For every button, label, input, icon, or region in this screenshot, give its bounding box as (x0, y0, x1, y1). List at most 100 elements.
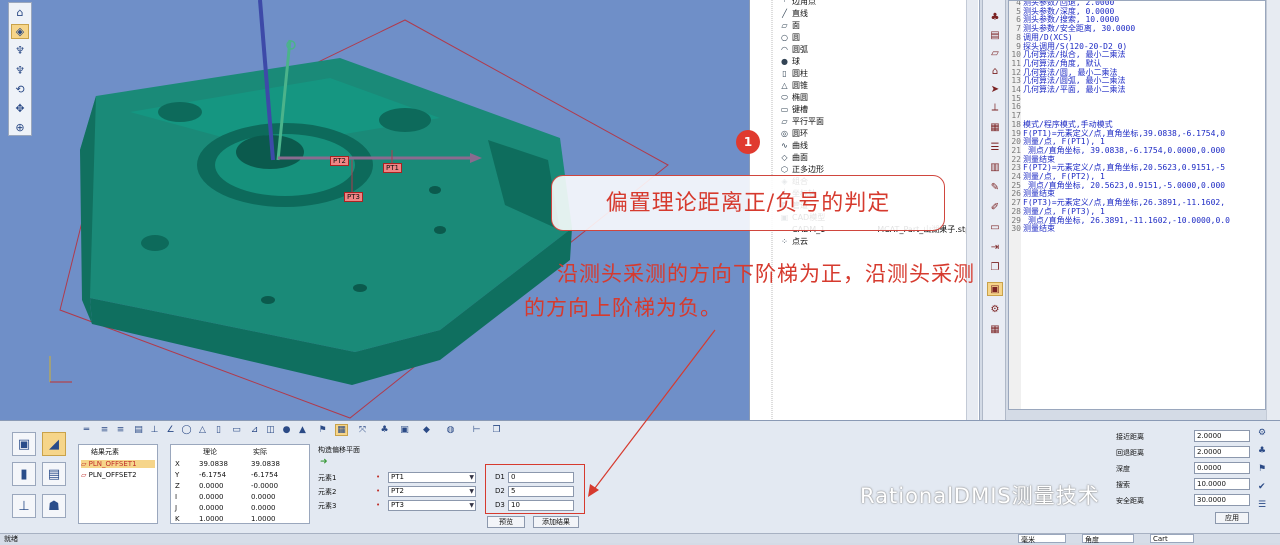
tree-item[interactable]: ⬭ 椭圆 (780, 92, 808, 103)
check-small-icon[interactable]: ✔ (1258, 482, 1274, 492)
code-line[interactable]: 18 模式/程序模式,手动模式 (1011, 120, 1112, 129)
view-pan-icon[interactable]: ✥ (11, 101, 29, 116)
monitor-icon[interactable]: ▭ (987, 220, 1003, 234)
element-select[interactable]: PT3 ▼ (388, 500, 476, 511)
construct-slot-icon[interactable]: ▭ (230, 424, 243, 436)
code-line[interactable]: 15 (1011, 94, 1023, 103)
pt3-label[interactable]: PT3 (344, 192, 363, 202)
probe-small-icon[interactable]: ♣ (1258, 446, 1274, 456)
view-probe2-icon[interactable]: ♆ (11, 62, 29, 77)
pt2-label[interactable]: PT2 (330, 156, 349, 166)
active-mode-icon[interactable]: ▣ (987, 282, 1003, 296)
code-line[interactable]: 20 测量/点, F(PT1), 1 (1011, 137, 1104, 146)
go-icon[interactable]: ➜ (320, 457, 328, 467)
tree-item[interactable]: ◎ 圆环 (780, 128, 808, 139)
list-small-icon[interactable]: ☰ (1258, 500, 1274, 510)
copy-icon[interactable]: ❐ (987, 260, 1003, 274)
tree-item[interactable]: ⬡ 正多边形 (780, 164, 824, 175)
run-icon[interactable]: ➤ (987, 82, 1003, 96)
construct-tag-icon[interactable]: ◆ (420, 424, 433, 436)
view-probe-icon[interactable]: ♆ (11, 43, 29, 58)
code-line[interactable]: 28 测量/点, F(PT3), 1 (1011, 207, 1104, 216)
result-item[interactable]: ▱ PLN_OFFSET2 (81, 471, 137, 479)
code-line[interactable]: 19 F(PT1)=元素定义/点,直角坐标,39.0838,-6.1754,0 (1011, 129, 1225, 138)
element-select[interactable]: PT2 ▼ (388, 486, 476, 497)
code-line[interactable]: 7 测头参数/安全距离, 30.0000 (1011, 24, 1135, 33)
home-icon[interactable]: ⌂ (987, 64, 1003, 78)
measure-icon[interactable]: ▱ (987, 46, 1003, 60)
construct-copy-icon[interactable]: ❐ (490, 424, 503, 436)
gear-icon[interactable]: ⚙ (1258, 428, 1274, 438)
probe-icon[interactable]: ♣ (987, 10, 1003, 24)
add-result-button[interactable]: 添加结果 (533, 516, 579, 528)
measure-mode-icon[interactable]: ▣ (12, 432, 36, 456)
code-scrollbar[interactable] (1266, 0, 1280, 420)
layout-icon[interactable]: ▦ (987, 322, 1003, 336)
construct-point-icon[interactable]: ═ (80, 424, 93, 436)
view-zoom-icon[interactable]: ⊕ (11, 120, 29, 135)
tree-item[interactable]: ▭ 键槽 (780, 104, 808, 115)
construct-line-icon[interactable]: ≡ (98, 424, 111, 436)
basket-icon[interactable]: ▤ (42, 462, 66, 486)
dmis-program-editor[interactable]: 4 测头参数/回退, 2.0000 5 测头参数/深度, 0.0000 6 测头参数/搜索… (1008, 0, 1266, 410)
construct-wedge-icon[interactable]: ⊿ (248, 424, 261, 436)
code-line[interactable]: 11 几何算法/角度, 默认 (1011, 59, 1101, 68)
pt1-label[interactable]: PT1 (383, 163, 402, 173)
construct-project-icon[interactable]: ⤧ (356, 424, 369, 436)
note-icon[interactable]: ▤ (987, 28, 1003, 42)
code-line[interactable]: 10 几何算法/拟合, 最小二乘法 (1011, 50, 1125, 59)
coord-dropdown[interactable]: Cart (1150, 534, 1194, 543)
result-item[interactable]: ▱ PLN_OFFSET1 (81, 460, 155, 468)
view-select-icon[interactable]: ◈ (11, 24, 29, 40)
construct-cylinder-icon[interactable]: ▯ (212, 424, 225, 436)
tree-item[interactable]: · 边角点 (780, 0, 816, 7)
tree-item[interactable]: ∿ 曲线 (780, 140, 808, 151)
construct-mode-icon[interactable]: ◢ (42, 432, 66, 456)
tree-scrollbar[interactable] (966, 0, 978, 420)
tree-item[interactable]: ▯ 圆柱 (780, 68, 808, 79)
flag-small-icon[interactable]: ⚑ (1258, 464, 1274, 474)
param-input[interactable]: 0.0000 (1194, 462, 1250, 474)
settings-icon[interactable]: ⚙ (987, 302, 1003, 316)
construct-angle-icon[interactable]: ∠ (164, 424, 177, 436)
axes-tool-icon[interactable]: ⊥ (12, 494, 36, 518)
tree-item[interactable]: ◇ 曲面 (780, 152, 808, 163)
param-input[interactable]: 10.0000 (1194, 478, 1250, 490)
angle-dropdown[interactable]: 角度 (1082, 534, 1134, 544)
element-select[interactable]: PT1 ▼ (388, 472, 476, 483)
tree-item[interactable]: ◠ 圆弧 (780, 44, 808, 55)
construct-flag-icon[interactable]: ⚑ (316, 424, 329, 436)
export-icon[interactable]: ⇥ (987, 240, 1003, 254)
tree-item[interactable]: ▱ 平行平面 (780, 116, 824, 127)
construct-ground-icon[interactable]: ⊥ (148, 424, 161, 436)
param-input[interactable]: 2.0000 (1194, 430, 1250, 442)
construct-table-icon[interactable]: ▣ (398, 424, 411, 436)
code-line[interactable]: 24 测量/点, F(PT2), 1 (1011, 172, 1104, 181)
construct-offset-plane-icon[interactable]: ▦ (335, 424, 348, 436)
tree-item[interactable]: △ 圆锥 (780, 80, 808, 91)
tree-item[interactable]: ▱ 面 (780, 20, 800, 31)
code-line[interactable]: 8 调用/D(XCS) (1011, 33, 1073, 42)
code-line[interactable]: 27 F(PT3)=元素定义/点,直角坐标,26.3891,-11.1602, (1011, 198, 1225, 207)
construct-globe-icon[interactable]: ◍ (444, 424, 457, 436)
param-input[interactable]: 30.0000 (1194, 494, 1250, 506)
param-input[interactable]: 2.0000 (1194, 446, 1250, 458)
tree-item[interactable]: ⁘ 点云 (780, 236, 808, 247)
construct-cone-icon[interactable]: △ (196, 424, 209, 436)
report-icon[interactable]: ▦ (987, 120, 1003, 134)
construct-sphere-icon[interactable]: ● (280, 424, 293, 436)
code-line[interactable]: 14 几何算法/平面, 最小二乘法 (1011, 85, 1125, 94)
construct-plane-icon[interactable]: ▤ (132, 424, 145, 436)
construct-triangle-icon[interactable]: ▲ (296, 424, 309, 436)
edit-icon[interactable]: ✎ (987, 180, 1003, 194)
tree-item[interactable]: ● 球 (780, 56, 800, 67)
code-line[interactable]: 21 测点/直角坐标, 39.0838,-6.1754,0.0000,0.000 (1011, 146, 1225, 155)
construct-bounds-icon[interactable]: ⊢ (470, 424, 483, 436)
view-rotate-icon[interactable]: ⟲ (11, 82, 29, 97)
preview-button[interactable]: 预览 (487, 516, 525, 528)
code-line[interactable]: 30 测量结束 (1011, 224, 1055, 233)
construct-mid-icon[interactable]: ◫ (264, 424, 277, 436)
unit-dropdown[interactable]: 毫米 (1018, 534, 1066, 544)
result-elements-list[interactable]: 结果元素 ▱ PLN_OFFSET1 ▱ PLN_OFFSET2 (78, 444, 158, 524)
construct-line2-icon[interactable]: ≡ (114, 424, 127, 436)
